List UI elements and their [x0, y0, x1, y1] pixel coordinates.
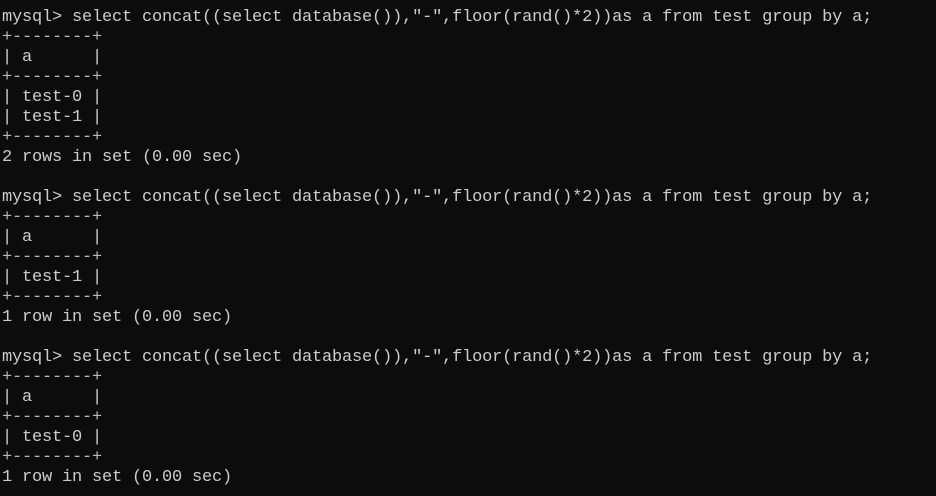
table-header: | a | — [2, 228, 103, 247]
result-summary: 1 row in set (0.00 sec) — [2, 308, 233, 327]
table-border-bottom: +--------+ — [2, 448, 103, 467]
table-border-top: +--------+ — [2, 368, 103, 387]
table-border-bottom: +--------+ — [2, 128, 103, 147]
result-summary: 1 row in set (0.00 sec) — [2, 468, 233, 487]
table-row: | test-1 | — [2, 268, 103, 287]
table-border-mid: +--------+ — [2, 248, 103, 267]
table-row: | test-0 | — [2, 88, 103, 107]
table-border-bottom: +--------+ — [2, 288, 103, 307]
table-row: | test-1 | — [2, 108, 103, 127]
table-header: | a | — [2, 48, 103, 67]
table-header: | a | — [2, 388, 103, 407]
table-border-top: +--------+ — [2, 208, 103, 227]
terminal-window[interactable]: mysql> select concat((select database())… — [0, 0, 936, 496]
table-row: | test-0 | — [2, 428, 103, 447]
table-border-top: +--------+ — [2, 28, 103, 47]
table-border-mid: +--------+ — [2, 408, 103, 427]
table-border-mid: +--------+ — [2, 68, 103, 87]
command-line: mysql> select concat((select database())… — [2, 8, 873, 27]
result-summary: 2 rows in set (0.00 sec) — [2, 148, 243, 167]
command-line: mysql> select concat((select database())… — [2, 188, 873, 207]
command-line: mysql> select concat((select database())… — [2, 348, 873, 367]
